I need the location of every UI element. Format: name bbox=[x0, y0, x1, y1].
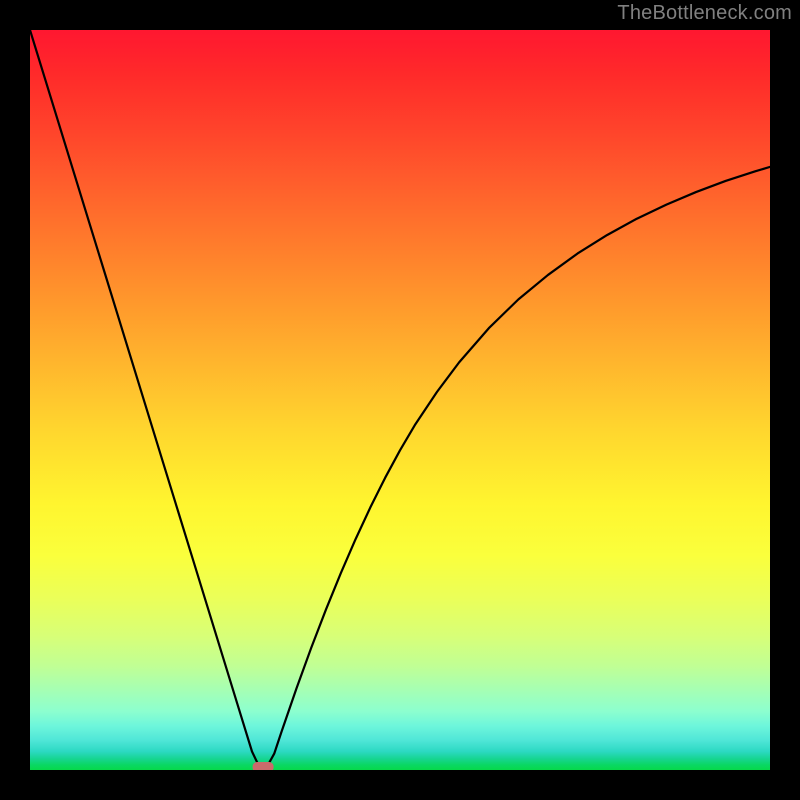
plot-area bbox=[30, 30, 770, 770]
plot-svg bbox=[30, 30, 770, 770]
bottleneck-curve bbox=[30, 30, 770, 767]
chart-frame: TheBottleneck.com bbox=[0, 0, 800, 800]
optimal-marker bbox=[253, 763, 273, 770]
watermark-text: TheBottleneck.com bbox=[617, 2, 792, 25]
